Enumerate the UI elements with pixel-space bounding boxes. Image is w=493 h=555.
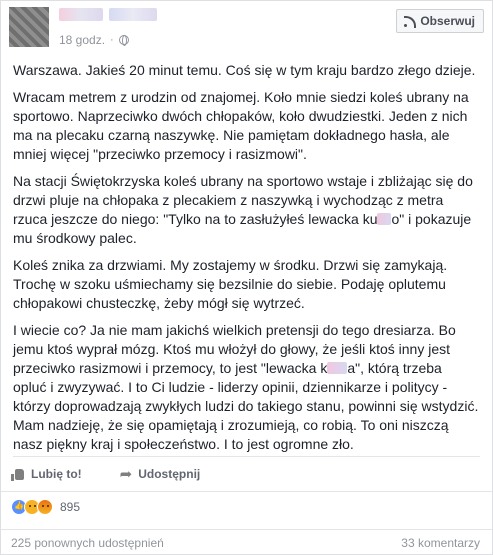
post-paragraph: I wiecie co? Ja nie mam jakichś wielkich… (13, 321, 479, 454)
avatar[interactable] (9, 7, 49, 47)
like-label: Lubię to! (31, 467, 82, 481)
share-button[interactable]: ➦ Udostępnij (120, 463, 201, 485)
blurred-name-part (109, 8, 157, 21)
globe-icon (118, 35, 129, 46)
action-bar: Lubię to! ➦ Udostępnij (11, 463, 200, 485)
angry-icon (37, 499, 53, 515)
meta-separator: · (110, 34, 114, 46)
follow-button[interactable]: Obserwuj (396, 9, 484, 33)
author-name-blurred[interactable] (59, 8, 157, 24)
divider (1, 491, 492, 492)
blurred-name-part (59, 8, 103, 21)
post-footer: 225 ponownych udostępnień 33 komentarzy (11, 536, 480, 550)
post-meta: 18 godz. · (59, 33, 129, 47)
reaction-count: 895 (60, 500, 81, 514)
share-arrow-icon: ➦ (119, 465, 133, 483)
divider (13, 456, 480, 457)
post-paragraph: Wracam metrem z urodzin od znajomej. Koł… (13, 89, 469, 162)
divider (1, 529, 492, 530)
censor-blur (377, 213, 392, 225)
post-card: 18 godz. · Obserwuj Warszawa. Jakieś 20 … (0, 0, 493, 555)
post-timestamp[interactable]: 18 godz. (59, 33, 105, 47)
post-paragraph: Na stacji Świętokrzyska koleś ubrany na … (13, 172, 479, 248)
post-header: 18 godz. · Obserwuj (9, 5, 484, 49)
post-body: Warszawa. Jakieś 20 minut temu. Coś się … (13, 61, 479, 462)
post-paragraph: Koleś znika za drzwiami. My zostajemy w … (13, 257, 448, 311)
shares-count-link[interactable]: 225 ponownych udostępnień (11, 536, 164, 550)
share-label: Udostępnij (138, 467, 201, 481)
reactions-summary[interactable]: 895 (11, 499, 80, 515)
censor-blur (327, 362, 348, 374)
like-button[interactable]: Lubię to! (11, 463, 82, 485)
rss-icon (404, 15, 417, 28)
comments-count-link[interactable]: 33 komentarzy (401, 536, 480, 550)
post-paragraph: Warszawa. Jakieś 20 minut temu. Coś się … (13, 62, 476, 78)
follow-label: Obserwuj (420, 14, 475, 28)
thumbs-up-icon (11, 468, 25, 481)
